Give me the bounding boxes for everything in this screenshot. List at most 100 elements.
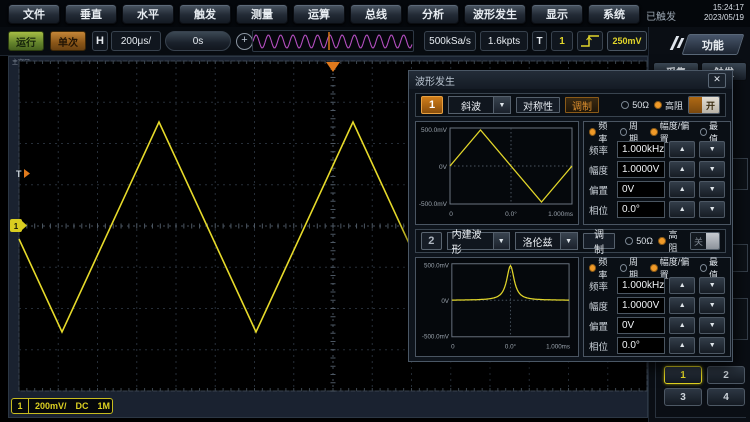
close-icon[interactable]: ✕ [708,73,726,88]
frequency-input-ch2[interactable]: 1.000kHz [617,277,665,294]
wave-type-select-ch1[interactable]: 斜波 ▼ [448,96,511,114]
phase-input-ch2[interactable]: 0.0° [617,337,665,354]
menu-item-analysis[interactable]: 分析 [407,4,459,24]
increment-button[interactable]: ▲ [669,337,695,354]
toggle-state-label: 关 [691,233,706,249]
offset-input-ch2[interactable]: 0V [617,317,665,334]
wave-type-value: 斜波 [448,96,494,114]
oscilloscope-screen: 文件 垂直 水平 触发 测量 运算 总线 分析 波形发生 显示 系统 已触发 1… [0,0,750,422]
function-button[interactable]: 功能 [682,34,745,55]
output-toggle-ch2[interactable]: 关 [690,232,720,250]
impedance-50-radio-ch1[interactable]: 50Ω [621,100,649,110]
field-row: 幅度 1.0000V ▲ ▼ [589,297,725,314]
svg-text:0V: 0V [439,164,448,171]
decrement-button[interactable]: ▼ [699,277,725,294]
toggle-state-label: 开 [702,97,719,113]
menu-item-bus[interactable]: 总线 [350,4,402,24]
svg-text:1: 1 [14,222,19,231]
offset-input-ch1[interactable]: 0V [617,181,665,198]
increment-button[interactable]: ▲ [669,201,695,218]
wave-type-select-ch2[interactable]: 洛伦兹 ▼ [515,232,578,250]
field-row: 相位 0.0° ▲ ▼ [589,337,725,354]
channel-1-badge[interactable]: 1 [421,96,443,114]
svg-text:500.0mV: 500.0mV [424,263,450,270]
mode-radios-ch2: 频率 周期 幅度/偏置 最值 [589,261,725,274]
modulation-button-ch2[interactable]: 调制 [583,233,616,249]
trigger-level-button[interactable]: 250mV [607,31,647,51]
increment-button[interactable]: ▲ [669,161,695,178]
dialog-title-bar[interactable]: 波形发生 ✕ [409,71,732,89]
menu-item-vertical[interactable]: 垂直 [65,4,117,24]
wavegen-ch1-body: 500.0mV 0V -500.0mV 0 0.0° 1.000ms 频率 周期… [415,121,726,225]
trigger-badge: T [532,31,547,51]
increment-button[interactable]: ▲ [669,317,695,334]
wave-group-select-ch2[interactable]: 内建波形 ▼ [447,232,510,250]
wavegen-ch2-fields: 频率 周期 幅度/偏置 最值 频率 1.000kHz ▲ ▼ 幅度 1.0000… [583,257,731,357]
svg-text:1.000ms: 1.000ms [548,211,574,218]
field-row: 偏置 0V ▲ ▼ [589,181,725,198]
menu-bar: 文件 垂直 水平 触发 测量 运算 总线 分析 波形发生 显示 系统 已触发 1… [0,0,750,27]
menu-item-wavegen[interactable]: 波形发生 [464,4,526,24]
channel-scale: 200mV/ [35,401,67,411]
modulation-button-ch1[interactable]: 调制 [565,97,599,113]
softkey-4[interactable]: 4 [707,388,745,406]
toggle-knob [689,97,702,113]
decrement-button[interactable]: ▼ [699,337,725,354]
symmetry-button[interactable]: 对称性 [516,97,560,113]
svg-text:0V: 0V [441,298,449,305]
menu-item-display[interactable]: 显示 [531,4,583,24]
run-button[interactable]: 运行 [8,31,44,51]
svg-text:0: 0 [451,343,455,350]
softkey-2[interactable]: 2 [707,366,745,384]
impedance-50-radio-ch2[interactable]: 50Ω [625,236,653,246]
decrement-button[interactable]: ▼ [699,141,725,158]
wave-group-value: 内建波形 [447,232,494,250]
horizontal-offset-button[interactable]: 0s [165,31,231,51]
radio-dot-selected [658,237,666,245]
increment-button[interactable]: ▲ [669,297,695,314]
menu-item-horizontal[interactable]: 水平 [122,4,174,24]
phase-input-ch1[interactable]: 0.0° [617,201,665,218]
decrement-button[interactable]: ▼ [699,297,725,314]
field-label: 相位 [589,203,613,217]
single-button[interactable]: 单次 [50,31,86,51]
field-row: 偏置 0V ▲ ▼ [589,317,725,334]
menu-item-measure[interactable]: 测量 [236,4,288,24]
softkey-1[interactable]: 1 [664,366,702,384]
amplitude-input-ch1[interactable]: 1.0000V [617,161,665,178]
waveform-overview[interactable] [252,30,414,52]
increment-button[interactable]: ▲ [669,277,695,294]
dropdown-arrow-icon[interactable]: ▼ [494,232,510,250]
overview-wave [253,31,413,51]
time-label: 15:24:17 [704,3,744,13]
softkey-3[interactable]: 3 [664,388,702,406]
menu-item-file[interactable]: 文件 [8,4,60,24]
frequency-input-ch1[interactable]: 1.000kHz [617,141,665,158]
decrement-button[interactable]: ▼ [699,201,725,218]
impedance-high-radio-ch1[interactable]: 高阻 [654,99,683,112]
timebase-value[interactable]: 200μs/ [111,31,161,51]
increment-button[interactable]: ▲ [669,181,695,198]
decrement-button[interactable]: ▼ [699,181,725,198]
decrement-button[interactable]: ▼ [699,161,725,178]
field-label: 偏置 [589,319,613,333]
menu-item-math[interactable]: 运算 [293,4,345,24]
wavegen-ch1-controls: 1 斜波 ▼ 对称性 调制 50Ω 高阻 开 [415,93,726,117]
dropdown-arrow-icon[interactable]: ▼ [494,96,511,114]
trigger-source-button[interactable]: 1 [551,31,573,51]
amplitude-input-ch2[interactable]: 1.0000V [617,297,665,314]
channel-number: 1 [12,399,29,413]
output-toggle-ch1[interactable]: 开 [688,96,720,114]
channel-1-status-badge[interactable]: 1 200mV/ DC 1M [11,398,113,414]
field-label: 幅度 [589,163,613,177]
trigger-edge-button[interactable] [577,31,603,51]
increment-button[interactable]: ▲ [669,141,695,158]
channel-2-badge[interactable]: 2 [421,232,442,250]
zoom-toggle-icon[interactable]: + [236,33,253,50]
menu-item-trigger[interactable]: 触发 [179,4,231,24]
dropdown-arrow-icon[interactable]: ▼ [561,232,578,250]
menu-item-system[interactable]: 系统 [588,4,640,24]
rising-edge-icon [578,32,602,50]
decrement-button[interactable]: ▼ [699,317,725,334]
impedance-high-radio-ch2[interactable]: 高阻 [658,228,685,254]
